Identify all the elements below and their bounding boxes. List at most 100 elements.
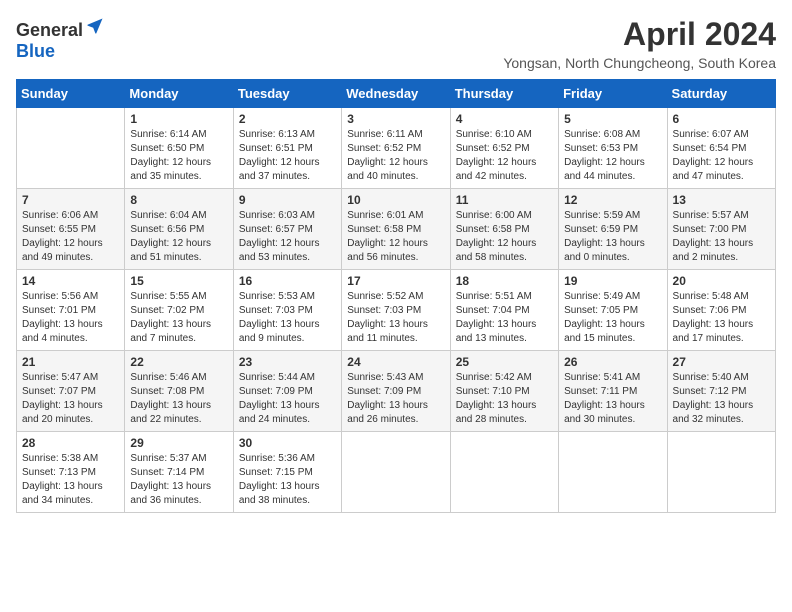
calendar-cell: 24Sunrise: 5:43 AM Sunset: 7:09 PM Dayli… xyxy=(342,351,450,432)
day-number: 26 xyxy=(564,355,661,369)
calendar-cell: 8Sunrise: 6:04 AM Sunset: 6:56 PM Daylig… xyxy=(125,189,233,270)
calendar-cell: 18 Sunrise: 5:51 AM Sunset: 7:04 PM Dayli… xyxy=(450,270,558,351)
calendar-cell: 19 Sunrise: 5:49 AM Sunset: 7:05 PM Dayli… xyxy=(559,270,667,351)
logo: General Blue xyxy=(16,16,105,62)
calendar-header-row: SundayMondayTuesdayWednesdayThursdayFrid… xyxy=(17,80,776,108)
calendar-cell: 5 Sunrise: 6:08 AM Sunset: 6:53 PM Daylig… xyxy=(559,108,667,189)
day-info: Sunrise: 5:41 AM Sunset: 7:11 PM Dayligh… xyxy=(564,371,661,427)
day-number: 5 xyxy=(564,112,661,126)
day-info: Sunrise: 5:44 AM Sunset: 7:09 PM Dayligh… xyxy=(239,371,336,427)
page-header: General Blue April 2024 Yongsan, North C… xyxy=(16,16,776,71)
calendar-cell xyxy=(450,432,558,513)
day-info: Sunrise: 5:40 AM Sunset: 7:12 PM Dayligh… xyxy=(673,371,770,427)
day-info: Sunrise: 5:38 AM Sunset: 7:13 PM Dayligh… xyxy=(22,452,119,508)
day-number: 6 xyxy=(673,112,770,126)
day-info: Sunrise: 6:14 AM Sunset: 6:50 PM Dayligh… xyxy=(130,128,227,184)
day-info: Sunrise: 5:42 AM Sunset: 7:10 PM Dayligh… xyxy=(456,371,553,427)
day-number: 20 xyxy=(673,274,770,288)
day-number: 18 xyxy=(456,274,553,288)
calendar-cell: 2Sunrise: 6:13 AM Sunset: 6:51 PM Daylig… xyxy=(233,108,341,189)
calendar-cell xyxy=(559,432,667,513)
day-info: Sunrise: 5:59 AM Sunset: 6:59 PM Dayligh… xyxy=(564,209,661,265)
month-title: April 2024 xyxy=(503,16,776,53)
calendar-header-thursday: Thursday xyxy=(450,80,558,108)
day-number: 9 xyxy=(239,193,336,207)
calendar-cell xyxy=(17,108,125,189)
day-info: Sunrise: 5:51 AM Sunset: 7:04 PM Dayligh… xyxy=(456,290,553,346)
day-number: 22 xyxy=(130,355,227,369)
day-number: 12 xyxy=(564,193,661,207)
day-number: 3 xyxy=(347,112,444,126)
day-number: 29 xyxy=(130,436,227,450)
calendar-cell: 25 Sunrise: 5:42 AM Sunset: 7:10 PM Dayli… xyxy=(450,351,558,432)
calendar-week-3: 14 Sunrise: 5:56 AM Sunset: 7:01 PM Dayli… xyxy=(17,270,776,351)
day-info: Sunrise: 6:00 AM Sunset: 6:58 PM Dayligh… xyxy=(456,209,553,265)
day-info: Sunrise: 5:49 AM Sunset: 7:05 PM Dayligh… xyxy=(564,290,661,346)
day-number: 28 xyxy=(22,436,119,450)
calendar-header-wednesday: Wednesday xyxy=(342,80,450,108)
calendar-cell: 29 Sunrise: 5:37 AM Sunset: 7:14 PM Dayli… xyxy=(125,432,233,513)
calendar-header-tuesday: Tuesday xyxy=(233,80,341,108)
calendar-cell: 27 Sunrise: 5:40 AM Sunset: 7:12 PM Dayli… xyxy=(667,351,775,432)
day-number: 19 xyxy=(564,274,661,288)
calendar-cell xyxy=(342,432,450,513)
day-info: Sunrise: 5:46 AM Sunset: 7:08 PM Dayligh… xyxy=(130,371,227,427)
calendar-cell: 12 Sunrise: 5:59 AM Sunset: 6:59 PM Dayli… xyxy=(559,189,667,270)
calendar-table: SundayMondayTuesdayWednesdayThursdayFrid… xyxy=(16,79,776,513)
calendar-week-5: 28 Sunrise: 5:38 AM Sunset: 7:13 PM Dayli… xyxy=(17,432,776,513)
day-number: 15 xyxy=(130,274,227,288)
day-info: Sunrise: 5:56 AM Sunset: 7:01 PM Dayligh… xyxy=(22,290,119,346)
calendar-week-2: 7 Sunrise: 6:06 AM Sunset: 6:55 PM Daylig… xyxy=(17,189,776,270)
day-info: Sunrise: 6:07 AM Sunset: 6:54 PM Dayligh… xyxy=(673,128,770,184)
calendar-cell: 15 Sunrise: 5:55 AM Sunset: 7:02 PM Dayli… xyxy=(125,270,233,351)
calendar-cell: 7 Sunrise: 6:06 AM Sunset: 6:55 PM Daylig… xyxy=(17,189,125,270)
calendar-header-saturday: Saturday xyxy=(667,80,775,108)
day-info: Sunrise: 5:55 AM Sunset: 7:02 PM Dayligh… xyxy=(130,290,227,346)
calendar-cell: 13Sunrise: 5:57 AM Sunset: 7:00 PM Dayli… xyxy=(667,189,775,270)
day-number: 10 xyxy=(347,193,444,207)
calendar-cell: 21 Sunrise: 5:47 AM Sunset: 7:07 PM Dayli… xyxy=(17,351,125,432)
day-number: 21 xyxy=(22,355,119,369)
day-info: Sunrise: 6:08 AM Sunset: 6:53 PM Dayligh… xyxy=(564,128,661,184)
day-number: 30 xyxy=(239,436,336,450)
day-number: 8 xyxy=(130,193,227,207)
calendar-cell: 1 Sunrise: 6:14 AM Sunset: 6:50 PM Daylig… xyxy=(125,108,233,189)
calendar-cell: 11 Sunrise: 6:00 AM Sunset: 6:58 PM Dayli… xyxy=(450,189,558,270)
calendar-week-1: 1 Sunrise: 6:14 AM Sunset: 6:50 PM Daylig… xyxy=(17,108,776,189)
calendar-header-friday: Friday xyxy=(559,80,667,108)
day-number: 11 xyxy=(456,193,553,207)
day-number: 1 xyxy=(130,112,227,126)
logo-bird-icon xyxy=(85,16,105,36)
day-number: 25 xyxy=(456,355,553,369)
calendar-cell: 16Sunrise: 5:53 AM Sunset: 7:03 PM Dayli… xyxy=(233,270,341,351)
day-number: 23 xyxy=(239,355,336,369)
day-number: 14 xyxy=(22,274,119,288)
logo-general-text: General xyxy=(16,20,83,41)
day-info: Sunrise: 6:03 AM Sunset: 6:57 PM Dayligh… xyxy=(239,209,336,265)
calendar-cell xyxy=(667,432,775,513)
calendar-cell: 20Sunrise: 5:48 AM Sunset: 7:06 PM Dayli… xyxy=(667,270,775,351)
day-info: Sunrise: 5:53 AM Sunset: 7:03 PM Dayligh… xyxy=(239,290,336,346)
day-info: Sunrise: 5:37 AM Sunset: 7:14 PM Dayligh… xyxy=(130,452,227,508)
day-number: 7 xyxy=(22,193,119,207)
calendar-cell: 9 Sunrise: 6:03 AM Sunset: 6:57 PM Daylig… xyxy=(233,189,341,270)
calendar-cell: 30Sunrise: 5:36 AM Sunset: 7:15 PM Dayli… xyxy=(233,432,341,513)
calendar-header-monday: Monday xyxy=(125,80,233,108)
calendar-cell: 22 Sunrise: 5:46 AM Sunset: 7:08 PM Dayli… xyxy=(125,351,233,432)
day-info: Sunrise: 5:47 AM Sunset: 7:07 PM Dayligh… xyxy=(22,371,119,427)
day-info: Sunrise: 6:11 AM Sunset: 6:52 PM Dayligh… xyxy=(347,128,444,184)
day-number: 17 xyxy=(347,274,444,288)
calendar-header-sunday: Sunday xyxy=(17,80,125,108)
calendar-cell: 17 Sunrise: 5:52 AM Sunset: 7:03 PM Dayli… xyxy=(342,270,450,351)
day-info: Sunrise: 5:52 AM Sunset: 7:03 PM Dayligh… xyxy=(347,290,444,346)
calendar-week-4: 21 Sunrise: 5:47 AM Sunset: 7:07 PM Dayli… xyxy=(17,351,776,432)
calendar-cell: 4Sunrise: 6:10 AM Sunset: 6:52 PM Daylig… xyxy=(450,108,558,189)
day-info: Sunrise: 6:06 AM Sunset: 6:55 PM Dayligh… xyxy=(22,209,119,265)
day-info: Sunrise: 6:01 AM Sunset: 6:58 PM Dayligh… xyxy=(347,209,444,265)
location-text: Yongsan, North Chungcheong, South Korea xyxy=(503,55,776,71)
calendar-cell: 10 Sunrise: 6:01 AM Sunset: 6:58 PM Dayli… xyxy=(342,189,450,270)
calendar-cell: 26 Sunrise: 5:41 AM Sunset: 7:11 PM Dayli… xyxy=(559,351,667,432)
day-info: Sunrise: 5:43 AM Sunset: 7:09 PM Dayligh… xyxy=(347,371,444,427)
day-number: 27 xyxy=(673,355,770,369)
day-info: Sunrise: 6:13 AM Sunset: 6:51 PM Dayligh… xyxy=(239,128,336,184)
